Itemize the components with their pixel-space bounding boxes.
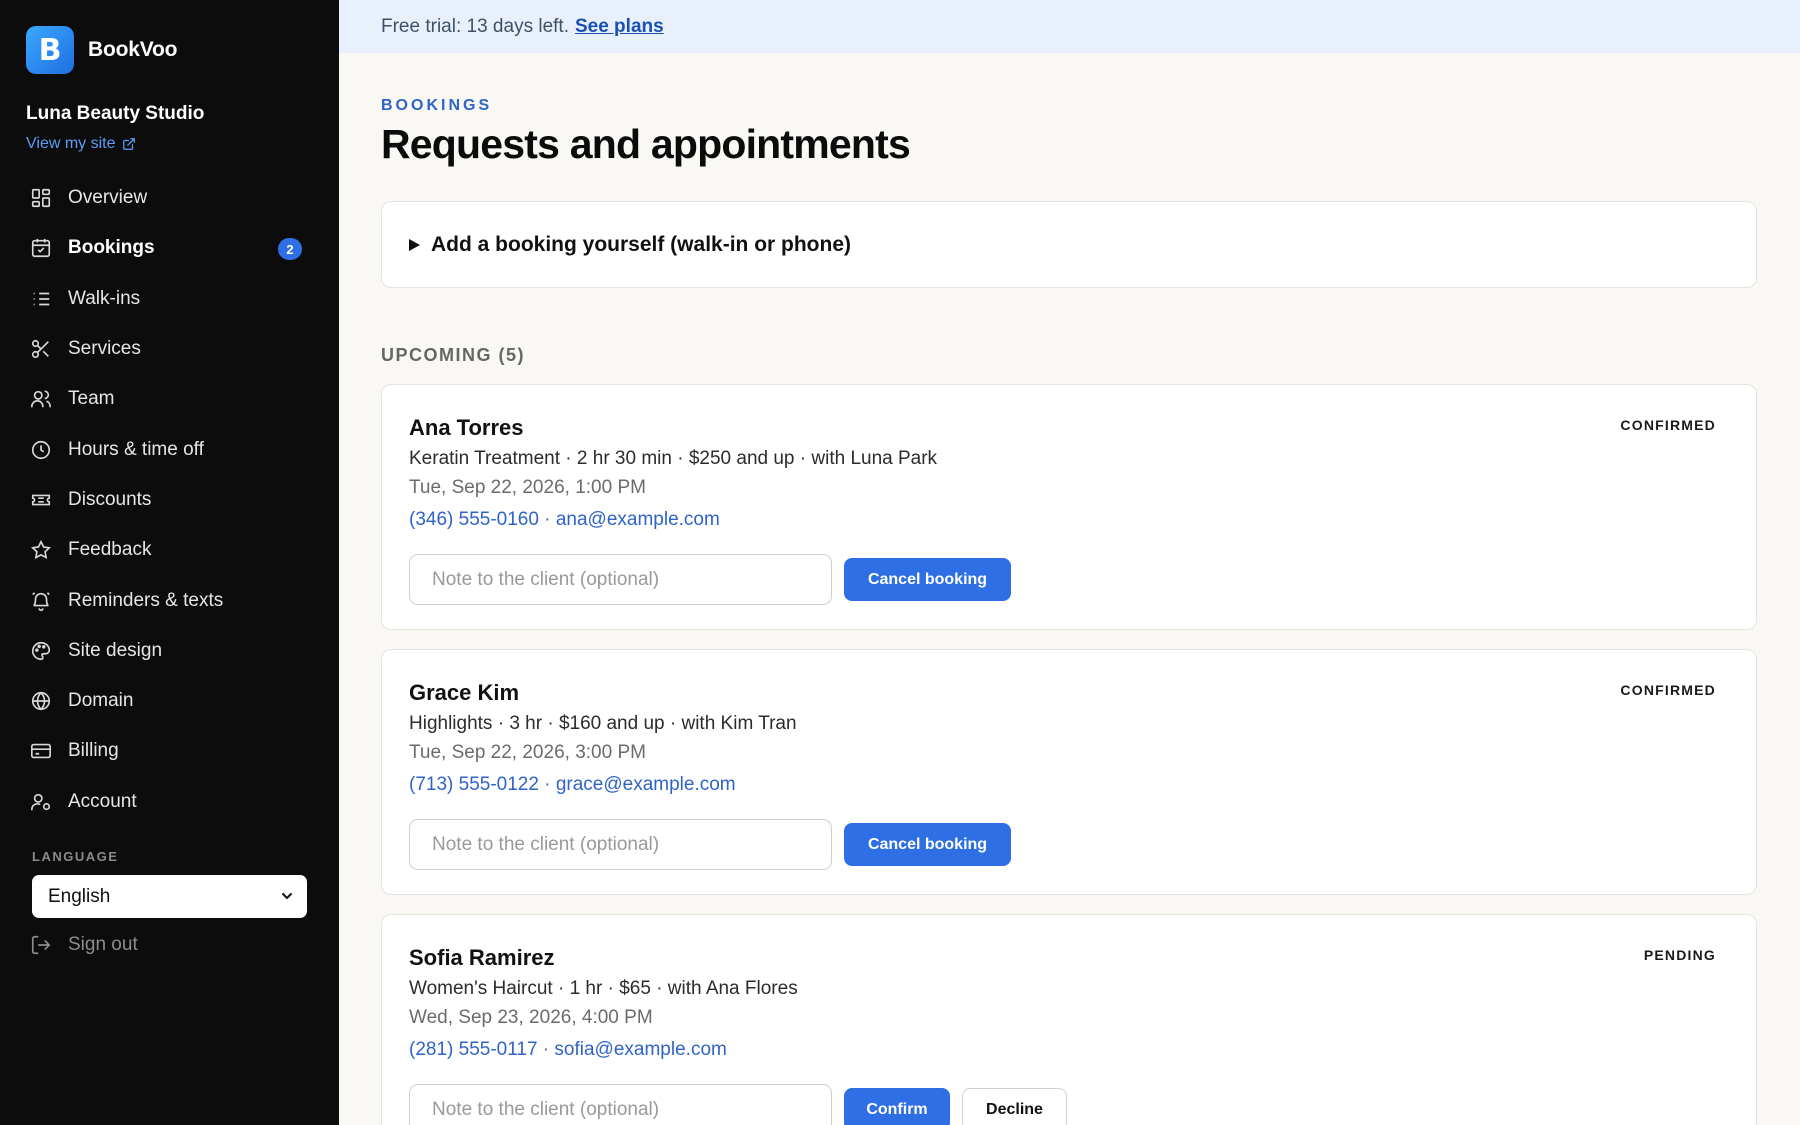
service-details: Keratin Treatment · 2 hr 30 min · $250 a… xyxy=(409,448,938,469)
bell-icon xyxy=(30,590,52,612)
sidebar-item-label: Team xyxy=(68,388,115,410)
sidebar-item-bookings[interactable]: Bookings 2 xyxy=(22,223,318,273)
client-email-link[interactable]: grace@example.com xyxy=(556,774,736,795)
studio-name: Luna Beauty Studio xyxy=(26,103,205,124)
users-icon xyxy=(30,388,52,410)
client-email-link[interactable]: ana@example.com xyxy=(556,509,720,530)
sidebar-item-billing[interactable]: Billing xyxy=(22,726,318,776)
appointment-datetime: Wed, Sep 23, 2026, 4:00 PM xyxy=(409,1007,653,1028)
client-contact: (346) 555-0160 · ana@example.com xyxy=(409,509,720,530)
page-title: Requests and appointments xyxy=(381,121,911,167)
add-booking-toggle[interactable]: Add a booking yourself (walk-in or phone… xyxy=(381,201,1757,288)
client-name: Grace Kim xyxy=(409,680,520,705)
language-select[interactable]: English xyxy=(32,875,307,918)
sidebar-item-hours[interactable]: Hours & time off xyxy=(22,424,318,474)
sidebar-item-label: Site design xyxy=(68,639,163,661)
client-note-input[interactable] xyxy=(409,554,832,605)
grid-icon xyxy=(30,187,52,209)
service-details: Women's Haircut · 1 hr · $65 · with Ana … xyxy=(409,978,798,999)
star-icon xyxy=(30,539,52,561)
status-badge: PENDING xyxy=(1643,947,1716,963)
sidebar-item-label: Hours & time off xyxy=(68,438,204,460)
see-plans-link[interactable]: See plans xyxy=(575,16,664,38)
brand-logo-icon: B xyxy=(26,26,74,74)
cancel-booking-button[interactable]: Cancel booking xyxy=(844,558,1011,601)
brand-name: BookVoo xyxy=(88,38,178,61)
list-icon xyxy=(30,288,52,310)
calendar-icon xyxy=(30,237,52,259)
palette-icon xyxy=(30,640,52,662)
client-contact: (713) 555-0122 · grace@example.com xyxy=(409,774,736,795)
sidebar-nav: Overview Bookings 2 Walk-ins Services Te… xyxy=(22,173,318,827)
appointment-datetime: Tue, Sep 22, 2026, 1:00 PM xyxy=(409,477,646,498)
sidebar-item-team[interactable]: Team xyxy=(22,374,318,424)
client-email-link[interactable]: sofia@example.com xyxy=(554,1039,726,1060)
user-gear-icon xyxy=(30,791,52,813)
bookings-count-badge: 2 xyxy=(278,238,302,261)
external-link-icon xyxy=(122,138,135,150)
sign-out-label: Sign out xyxy=(68,934,138,955)
view-site-link[interactable]: View my site xyxy=(26,135,136,153)
globe-icon xyxy=(30,690,52,712)
client-phone-link[interactable]: (346) 555-0160 xyxy=(409,509,539,530)
sidebar-item-services[interactable]: Services xyxy=(22,324,318,374)
booking-card: Ana Torres CONFIRMED Keratin Treatment ·… xyxy=(381,384,1757,630)
client-phone-link[interactable]: (281) 555-0117 xyxy=(409,1039,538,1060)
sign-out-icon xyxy=(31,935,51,955)
trial-banner: Free trial: 13 days left. See plans xyxy=(339,0,1800,53)
disclosure-triangle-icon xyxy=(409,238,420,251)
sidebar-item-label: Reminders & texts xyxy=(68,589,224,611)
sidebar: B BookVoo Luna Beauty Studio View my sit… xyxy=(0,0,339,1125)
sidebar-item-site-design[interactable]: Site design xyxy=(22,626,318,676)
sidebar-item-label: Services xyxy=(68,338,141,360)
service-details: Highlights · 3 hr · $160 and up · with K… xyxy=(409,713,797,734)
status-badge: CONFIRMED xyxy=(1620,682,1716,698)
appointment-datetime: Tue, Sep 22, 2026, 3:00 PM xyxy=(409,742,646,763)
client-name: Ana Torres xyxy=(409,415,524,440)
client-name: Sofia Ramirez xyxy=(409,945,555,970)
sidebar-item-label: Overview xyxy=(68,187,148,209)
sidebar-item-label: Billing xyxy=(68,740,119,762)
client-phone-link[interactable]: (713) 555-0122 xyxy=(409,774,539,795)
sidebar-item-account[interactable]: Account xyxy=(22,777,318,827)
sidebar-item-domain[interactable]: Domain xyxy=(22,676,318,726)
upcoming-section-title: UPCOMING (5) xyxy=(381,345,525,365)
sidebar-item-overview[interactable]: Overview xyxy=(22,173,318,223)
add-booking-label: Add a booking yourself (walk-in or phone… xyxy=(431,232,852,256)
sidebar-item-label: Domain xyxy=(68,690,134,712)
scissors-icon xyxy=(30,338,52,360)
status-badge: CONFIRMED xyxy=(1620,417,1716,433)
cancel-booking-button[interactable]: Cancel booking xyxy=(844,823,1011,866)
sidebar-item-label: Account xyxy=(68,790,137,812)
sidebar-item-label: Walk-ins xyxy=(68,287,141,309)
sidebar-item-reminders[interactable]: Reminders & texts xyxy=(22,575,318,625)
chevron-down-icon xyxy=(282,893,292,899)
clock-icon xyxy=(30,439,52,461)
ticket-icon xyxy=(30,489,52,511)
credit-card-icon xyxy=(30,740,52,762)
sidebar-item-label: Bookings xyxy=(68,237,155,259)
language-label: LANGUAGE xyxy=(32,849,119,864)
sidebar-item-label: Feedback xyxy=(68,539,152,561)
view-site-label: View my site xyxy=(26,135,116,152)
booking-card: Sofia Ramirez PENDING Women's Haircut · … xyxy=(381,914,1757,1125)
brand[interactable]: B BookVoo xyxy=(26,26,177,74)
sidebar-item-walk-ins[interactable]: Walk-ins xyxy=(22,274,318,324)
client-note-input[interactable] xyxy=(409,1084,832,1125)
sign-out-button[interactable]: Sign out xyxy=(30,928,138,962)
client-contact: (281) 555-0117 · sofia@example.com xyxy=(409,1039,727,1060)
trial-text: Free trial: 13 days left. xyxy=(381,15,569,37)
language-value: English xyxy=(48,885,111,907)
client-note-input[interactable] xyxy=(409,819,832,870)
sidebar-item-discounts[interactable]: Discounts xyxy=(22,475,318,525)
decline-button[interactable]: Decline xyxy=(962,1088,1067,1125)
sidebar-item-feedback[interactable]: Feedback xyxy=(22,525,318,575)
booking-card: Grace Kim CONFIRMED Highlights · 3 hr · … xyxy=(381,649,1757,895)
page-eyebrow: BOOKINGS xyxy=(381,97,493,114)
confirm-button[interactable]: Confirm xyxy=(844,1088,950,1125)
sidebar-item-label: Discounts xyxy=(68,488,152,510)
